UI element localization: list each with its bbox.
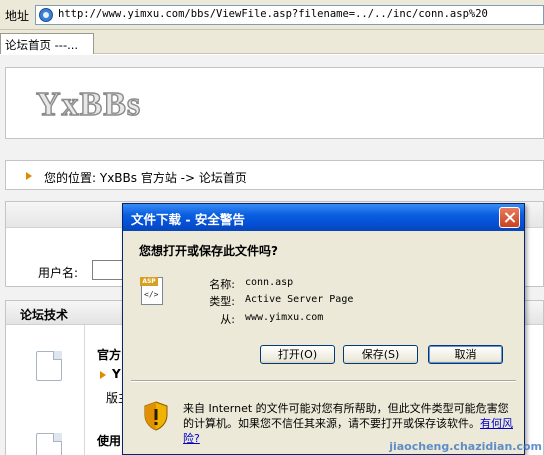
open-button[interactable]: 打开(O) (260, 345, 335, 364)
address-bar: 地址 http://www.yimxu.com/bbs/ViewFile.asp… (0, 0, 544, 30)
forum-board-icon (36, 351, 62, 381)
forum-board-link[interactable]: 使用 (97, 432, 121, 449)
type-label: 类型: (209, 295, 235, 308)
forum-section-title: 论坛技术 (20, 308, 69, 322)
code-glyph: </> (144, 290, 159, 299)
breadcrumb: 您的位置: YxBBs 官方站 -> 论坛首页 (5, 160, 544, 190)
forum-board-link[interactable]: Y (112, 367, 121, 381)
site-logo[interactable]: YxBBs (35, 85, 141, 124)
forum-board-link[interactable]: 官方 (97, 346, 121, 363)
column-divider (84, 325, 85, 455)
watermark: jiaocheng.chazidian.com (389, 440, 542, 453)
asp-file-icon: ASP </> (140, 277, 163, 305)
dialog-title: 文件下载 - 安全警告 (131, 212, 245, 227)
warning-text: 来自 Internet 的文件可能对您有所帮助，但此文件类型可能危害您的计算机。… (183, 402, 509, 430)
tab-forum-home[interactable]: 论坛首页 ---... (0, 33, 94, 54)
address-input[interactable]: http://www.yimxu.com/bbs/ViewFile.asp?fi… (35, 5, 544, 25)
file-type: Active Server Page (245, 294, 354, 305)
breadcrumb-text[interactable]: 您的位置: YxBBs 官方站 -> 论坛首页 (44, 169, 247, 186)
file-download-dialog: 文件下载 - 安全警告 您想打开或保存此文件吗? ASP </> 名称: con… (122, 203, 525, 455)
file-name: conn.asp (245, 277, 294, 288)
username-label: 用户名: (38, 266, 79, 280)
address-label: 地址 (5, 9, 30, 23)
dialog-question: 您想打开或保存此文件吗? (139, 244, 278, 258)
name-label: 名称: (209, 278, 235, 291)
file-source: www.yimxu.com (245, 312, 324, 323)
file-type-badge: ASP (140, 277, 158, 286)
close-button[interactable] (499, 207, 520, 228)
save-button[interactable]: 保存(S) (343, 345, 418, 364)
from-label: 从: (220, 313, 235, 326)
ie-page-icon (39, 8, 53, 22)
forum-board-icon (36, 433, 62, 455)
dialog-divider (131, 380, 516, 382)
dialog-titlebar[interactable]: 文件下载 - 安全警告 (123, 204, 524, 231)
arrow-icon (100, 371, 106, 379)
address-url: http://www.yimxu.com/bbs/ViewFile.asp?fi… (58, 8, 488, 20)
cancel-button[interactable]: 取消 (428, 345, 503, 364)
site-header: YxBBs (5, 67, 544, 139)
arrow-icon (26, 172, 32, 180)
security-shield-icon (144, 401, 168, 431)
tab-bar: 论坛首页 ---... (0, 30, 544, 54)
